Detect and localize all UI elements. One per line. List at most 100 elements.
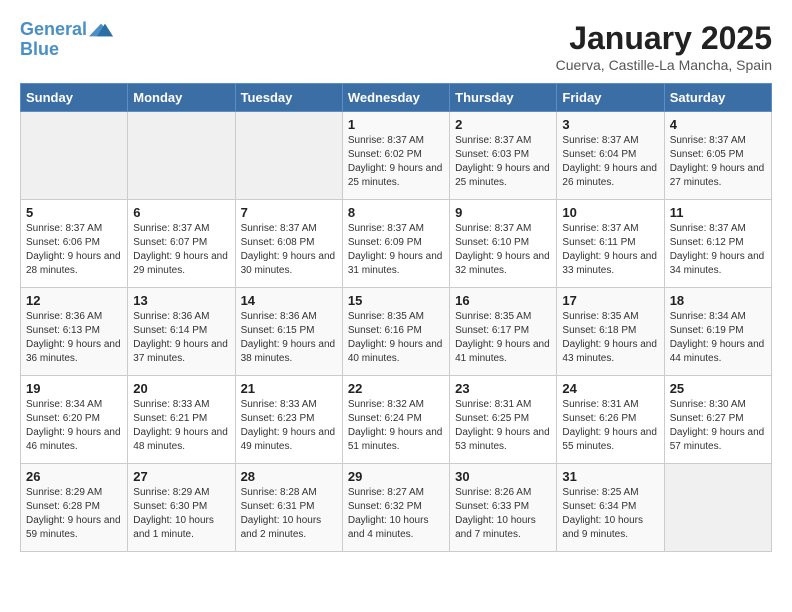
calendar-cell: 9 Sunrise: 8:37 AMSunset: 6:10 PMDayligh…: [450, 200, 557, 288]
calendar-table: SundayMondayTuesdayWednesdayThursdayFrid…: [20, 83, 772, 552]
calendar-cell: 24 Sunrise: 8:31 AMSunset: 6:26 PMDaylig…: [557, 376, 664, 464]
calendar-cell: 25 Sunrise: 8:30 AMSunset: 6:27 PMDaylig…: [664, 376, 771, 464]
weekday-header-cell: Tuesday: [235, 84, 342, 112]
day-number: 12: [26, 293, 122, 308]
logo-icon: [89, 20, 113, 40]
calendar-cell: 13 Sunrise: 8:36 AMSunset: 6:14 PMDaylig…: [128, 288, 235, 376]
calendar-cell: 23 Sunrise: 8:31 AMSunset: 6:25 PMDaylig…: [450, 376, 557, 464]
day-number: 27: [133, 469, 229, 484]
day-number: 25: [670, 381, 766, 396]
title-area: January 2025 Cuerva, Castille-La Mancha,…: [556, 20, 772, 73]
cell-details: Sunrise: 8:35 AMSunset: 6:17 PMDaylight:…: [455, 311, 550, 364]
day-number: 23: [455, 381, 551, 396]
calendar-cell: 4 Sunrise: 8:37 AMSunset: 6:05 PMDayligh…: [664, 112, 771, 200]
weekday-header-cell: Friday: [557, 84, 664, 112]
cell-details: Sunrise: 8:36 AMSunset: 6:13 PMDaylight:…: [26, 311, 121, 364]
cell-details: Sunrise: 8:37 AMSunset: 6:02 PMDaylight:…: [348, 135, 443, 188]
weekday-header-cell: Thursday: [450, 84, 557, 112]
day-number: 31: [562, 469, 658, 484]
calendar-week-row: 1 Sunrise: 8:37 AMSunset: 6:02 PMDayligh…: [21, 112, 772, 200]
weekday-header-row: SundayMondayTuesdayWednesdayThursdayFrid…: [21, 84, 772, 112]
calendar-cell: 3 Sunrise: 8:37 AMSunset: 6:04 PMDayligh…: [557, 112, 664, 200]
location-subtitle: Cuerva, Castille-La Mancha, Spain: [556, 57, 772, 73]
weekday-header-cell: Saturday: [664, 84, 771, 112]
day-number: 21: [241, 381, 337, 396]
day-number: 1: [348, 117, 444, 132]
cell-details: Sunrise: 8:31 AMSunset: 6:26 PMDaylight:…: [562, 399, 657, 452]
day-number: 9: [455, 205, 551, 220]
day-number: 20: [133, 381, 229, 396]
day-number: 7: [241, 205, 337, 220]
calendar-cell: [235, 112, 342, 200]
cell-details: Sunrise: 8:37 AMSunset: 6:12 PMDaylight:…: [670, 223, 765, 276]
calendar-cell: 22 Sunrise: 8:32 AMSunset: 6:24 PMDaylig…: [342, 376, 449, 464]
calendar-cell: 27 Sunrise: 8:29 AMSunset: 6:30 PMDaylig…: [128, 464, 235, 552]
calendar-cell: 8 Sunrise: 8:37 AMSunset: 6:09 PMDayligh…: [342, 200, 449, 288]
calendar-cell: 12 Sunrise: 8:36 AMSunset: 6:13 PMDaylig…: [21, 288, 128, 376]
calendar-cell: 26 Sunrise: 8:29 AMSunset: 6:28 PMDaylig…: [21, 464, 128, 552]
day-number: 5: [26, 205, 122, 220]
day-number: 30: [455, 469, 551, 484]
cell-details: Sunrise: 8:26 AMSunset: 6:33 PMDaylight:…: [455, 487, 536, 540]
cell-details: Sunrise: 8:36 AMSunset: 6:15 PMDaylight:…: [241, 311, 336, 364]
calendar-cell: 21 Sunrise: 8:33 AMSunset: 6:23 PMDaylig…: [235, 376, 342, 464]
day-number: 24: [562, 381, 658, 396]
logo: General Blue: [20, 20, 113, 60]
calendar-cell: 14 Sunrise: 8:36 AMSunset: 6:15 PMDaylig…: [235, 288, 342, 376]
calendar-cell: 11 Sunrise: 8:37 AMSunset: 6:12 PMDaylig…: [664, 200, 771, 288]
cell-details: Sunrise: 8:37 AMSunset: 6:07 PMDaylight:…: [133, 223, 228, 276]
calendar-cell: 7 Sunrise: 8:37 AMSunset: 6:08 PMDayligh…: [235, 200, 342, 288]
day-number: 11: [670, 205, 766, 220]
cell-details: Sunrise: 8:31 AMSunset: 6:25 PMDaylight:…: [455, 399, 550, 452]
month-title: January 2025: [556, 20, 772, 57]
calendar-cell: 30 Sunrise: 8:26 AMSunset: 6:33 PMDaylig…: [450, 464, 557, 552]
calendar-cell: [128, 112, 235, 200]
calendar-cell: 31 Sunrise: 8:25 AMSunset: 6:34 PMDaylig…: [557, 464, 664, 552]
weekday-header-cell: Wednesday: [342, 84, 449, 112]
calendar-cell: 1 Sunrise: 8:37 AMSunset: 6:02 PMDayligh…: [342, 112, 449, 200]
day-number: 6: [133, 205, 229, 220]
cell-details: Sunrise: 8:37 AMSunset: 6:04 PMDaylight:…: [562, 135, 657, 188]
cell-details: Sunrise: 8:33 AMSunset: 6:23 PMDaylight:…: [241, 399, 336, 452]
day-number: 13: [133, 293, 229, 308]
cell-details: Sunrise: 8:25 AMSunset: 6:34 PMDaylight:…: [562, 487, 643, 540]
day-number: 4: [670, 117, 766, 132]
cell-details: Sunrise: 8:27 AMSunset: 6:32 PMDaylight:…: [348, 487, 429, 540]
cell-details: Sunrise: 8:37 AMSunset: 6:11 PMDaylight:…: [562, 223, 657, 276]
calendar-week-row: 19 Sunrise: 8:34 AMSunset: 6:20 PMDaylig…: [21, 376, 772, 464]
day-number: 17: [562, 293, 658, 308]
day-number: 15: [348, 293, 444, 308]
calendar-cell: [664, 464, 771, 552]
cell-details: Sunrise: 8:35 AMSunset: 6:16 PMDaylight:…: [348, 311, 443, 364]
cell-details: Sunrise: 8:37 AMSunset: 6:05 PMDaylight:…: [670, 135, 765, 188]
day-number: 14: [241, 293, 337, 308]
cell-details: Sunrise: 8:28 AMSunset: 6:31 PMDaylight:…: [241, 487, 322, 540]
calendar-cell: 28 Sunrise: 8:28 AMSunset: 6:31 PMDaylig…: [235, 464, 342, 552]
calendar-cell: 20 Sunrise: 8:33 AMSunset: 6:21 PMDaylig…: [128, 376, 235, 464]
weekday-header-cell: Sunday: [21, 84, 128, 112]
calendar-week-row: 26 Sunrise: 8:29 AMSunset: 6:28 PMDaylig…: [21, 464, 772, 552]
day-number: 29: [348, 469, 444, 484]
cell-details: Sunrise: 8:33 AMSunset: 6:21 PMDaylight:…: [133, 399, 228, 452]
day-number: 2: [455, 117, 551, 132]
cell-details: Sunrise: 8:37 AMSunset: 6:03 PMDaylight:…: [455, 135, 550, 188]
cell-details: Sunrise: 8:29 AMSunset: 6:28 PMDaylight:…: [26, 487, 121, 540]
day-number: 18: [670, 293, 766, 308]
calendar-cell: 15 Sunrise: 8:35 AMSunset: 6:16 PMDaylig…: [342, 288, 449, 376]
calendar-cell: 29 Sunrise: 8:27 AMSunset: 6:32 PMDaylig…: [342, 464, 449, 552]
day-number: 28: [241, 469, 337, 484]
weekday-header-cell: Monday: [128, 84, 235, 112]
calendar-cell: 5 Sunrise: 8:37 AMSunset: 6:06 PMDayligh…: [21, 200, 128, 288]
day-number: 26: [26, 469, 122, 484]
day-number: 3: [562, 117, 658, 132]
cell-details: Sunrise: 8:37 AMSunset: 6:10 PMDaylight:…: [455, 223, 550, 276]
calendar-cell: 6 Sunrise: 8:37 AMSunset: 6:07 PMDayligh…: [128, 200, 235, 288]
calendar-cell: [21, 112, 128, 200]
calendar-week-row: 5 Sunrise: 8:37 AMSunset: 6:06 PMDayligh…: [21, 200, 772, 288]
calendar-body: 1 Sunrise: 8:37 AMSunset: 6:02 PMDayligh…: [21, 112, 772, 552]
calendar-cell: 2 Sunrise: 8:37 AMSunset: 6:03 PMDayligh…: [450, 112, 557, 200]
cell-details: Sunrise: 8:35 AMSunset: 6:18 PMDaylight:…: [562, 311, 657, 364]
day-number: 22: [348, 381, 444, 396]
cell-details: Sunrise: 8:32 AMSunset: 6:24 PMDaylight:…: [348, 399, 443, 452]
calendar-cell: 10 Sunrise: 8:37 AMSunset: 6:11 PMDaylig…: [557, 200, 664, 288]
